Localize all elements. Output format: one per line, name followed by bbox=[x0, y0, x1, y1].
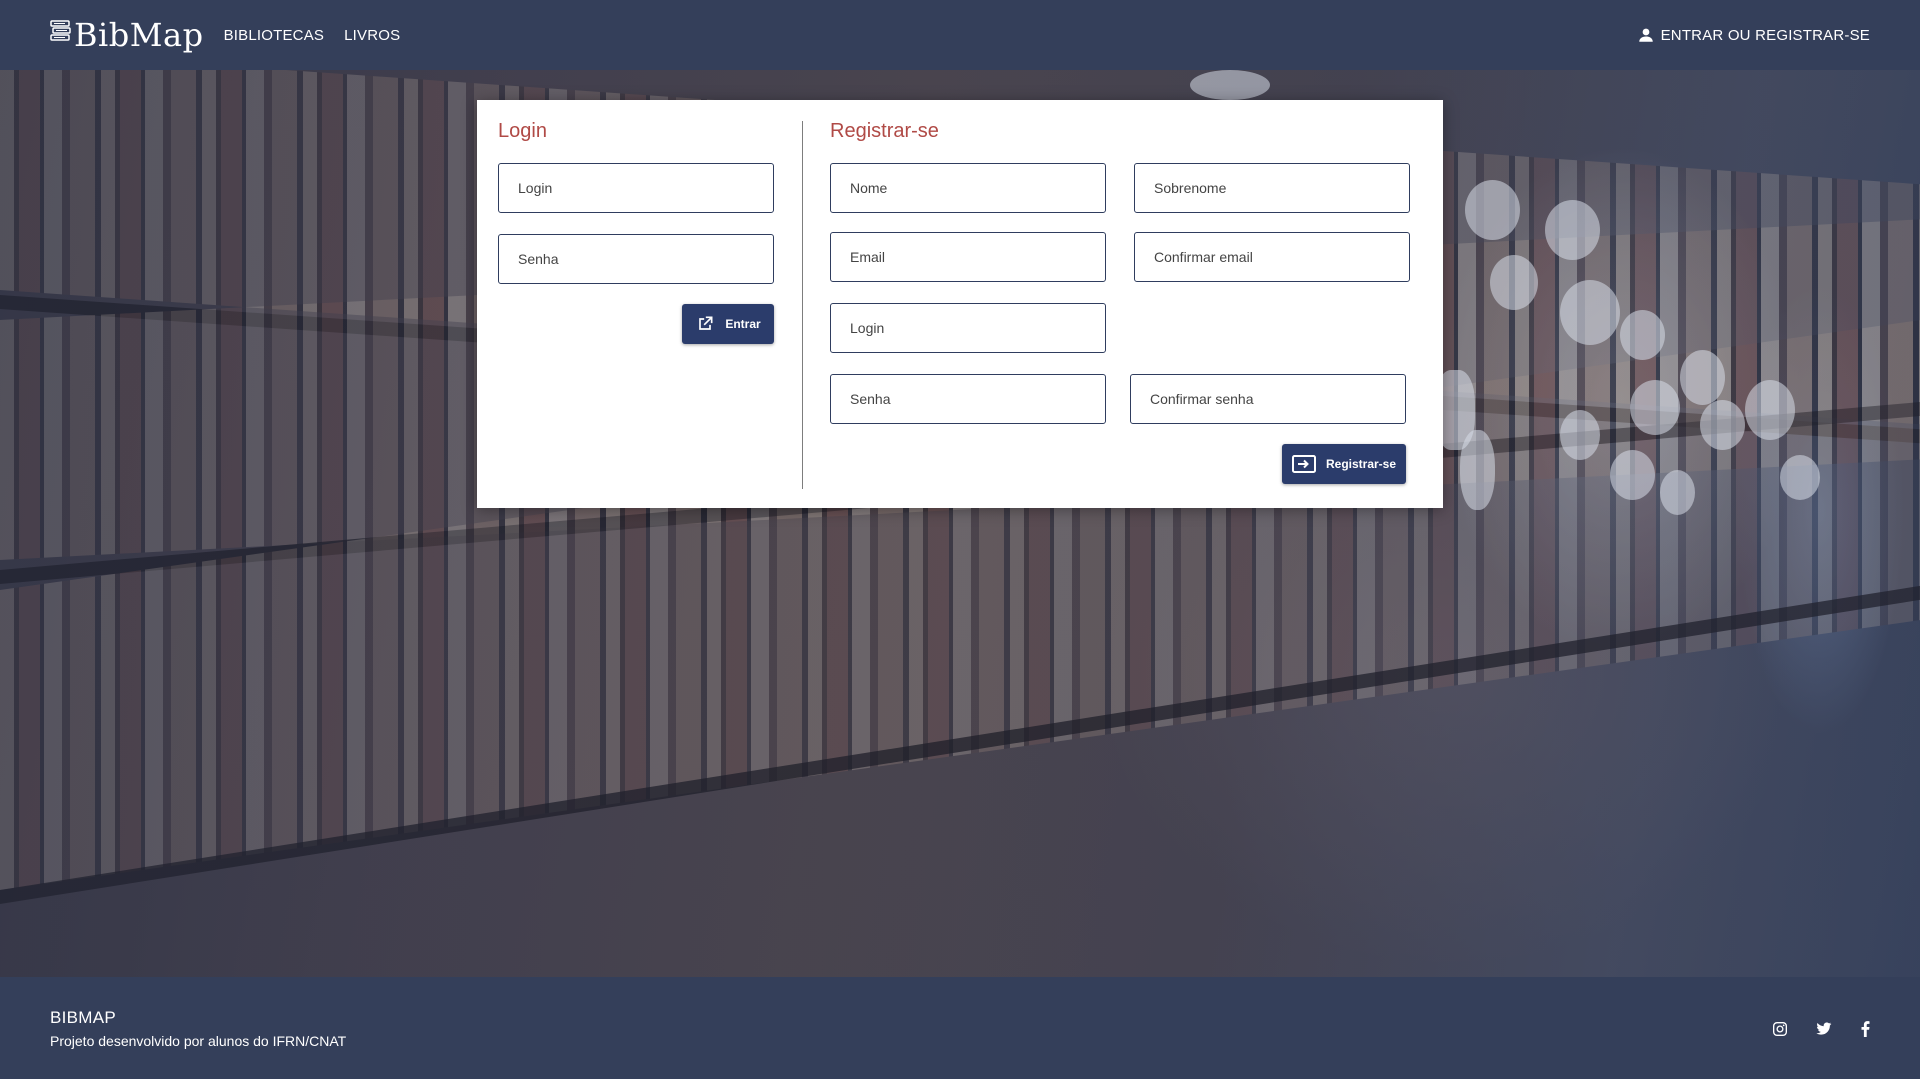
register-submit-button[interactable]: Registrar-se bbox=[1282, 444, 1406, 484]
site-footer: BIBMAP Projeto desenvolvido por alunos d… bbox=[0, 977, 1920, 1079]
login-password-input[interactable] bbox=[498, 234, 774, 284]
books-icon bbox=[50, 20, 71, 41]
light-bokeh bbox=[1680, 350, 1725, 405]
register-password-input[interactable] bbox=[830, 374, 1106, 424]
brand-name: BibMap bbox=[74, 16, 204, 54]
login-register-label: ENTRAR OU REGISTRAR-SE bbox=[1660, 26, 1870, 44]
open-in-new-icon bbox=[699, 316, 713, 330]
register-confirm-password-input[interactable] bbox=[1130, 374, 1406, 424]
light-bokeh bbox=[1460, 430, 1495, 510]
twitter-icon[interactable] bbox=[1814, 1019, 1834, 1039]
light-bokeh bbox=[1490, 255, 1538, 310]
light-bokeh bbox=[1610, 450, 1655, 500]
register-last-name-input[interactable] bbox=[1134, 163, 1410, 213]
brand-logo[interactable]: BibMap bbox=[50, 16, 204, 54]
login-title: Login bbox=[498, 120, 547, 142]
facebook-icon[interactable] bbox=[1855, 1019, 1875, 1039]
light-bokeh bbox=[1620, 310, 1665, 360]
light-bokeh bbox=[1545, 200, 1600, 260]
register-login-input[interactable] bbox=[830, 303, 1106, 353]
light-bokeh bbox=[1660, 470, 1695, 515]
login-submit-label: Entrar bbox=[725, 317, 761, 331]
nav-link-livros[interactable]: LIVROS bbox=[344, 27, 400, 44]
register-submit-label: Registrar-se bbox=[1325, 457, 1397, 471]
register-first-name-input[interactable] bbox=[830, 163, 1106, 213]
register-email-input[interactable] bbox=[830, 232, 1106, 282]
footer-title: BIBMAP bbox=[50, 1008, 117, 1027]
nav-link-bibliotecas[interactable]: BIBLIOTECAS bbox=[224, 27, 325, 44]
light-bokeh bbox=[1465, 180, 1520, 240]
light-bokeh bbox=[1630, 380, 1680, 435]
main-nav: BIBLIOTECAS LIVROS bbox=[224, 27, 421, 44]
user-icon bbox=[1638, 28, 1653, 42]
register-title: Registrar-se bbox=[830, 120, 939, 142]
light-bokeh bbox=[1190, 70, 1270, 100]
light-bokeh bbox=[1560, 410, 1600, 460]
auth-card: Login Entrar Registrar-se Registrar-se bbox=[477, 100, 1443, 508]
light-bokeh bbox=[1700, 400, 1745, 450]
section-divider bbox=[802, 121, 803, 489]
login-submit-button[interactable]: Entrar bbox=[682, 304, 774, 344]
light-bokeh bbox=[1560, 280, 1620, 345]
instagram-icon[interactable] bbox=[1770, 1019, 1790, 1039]
login-register-link[interactable]: ENTRAR OU REGISTRAR-SE bbox=[1637, 26, 1870, 44]
login-arrow-icon bbox=[1291, 455, 1316, 473]
light-bokeh bbox=[1780, 455, 1820, 500]
light-bokeh bbox=[1745, 380, 1795, 440]
register-confirm-email-input[interactable] bbox=[1134, 232, 1410, 282]
login-username-input[interactable] bbox=[498, 163, 774, 213]
footer-subtitle: Projeto desenvolvido por alunos do IFRN/… bbox=[50, 1033, 347, 1049]
top-navbar: BibMap BIBLIOTECAS LIVROS ENTRAR OU REGI… bbox=[0, 0, 1920, 70]
